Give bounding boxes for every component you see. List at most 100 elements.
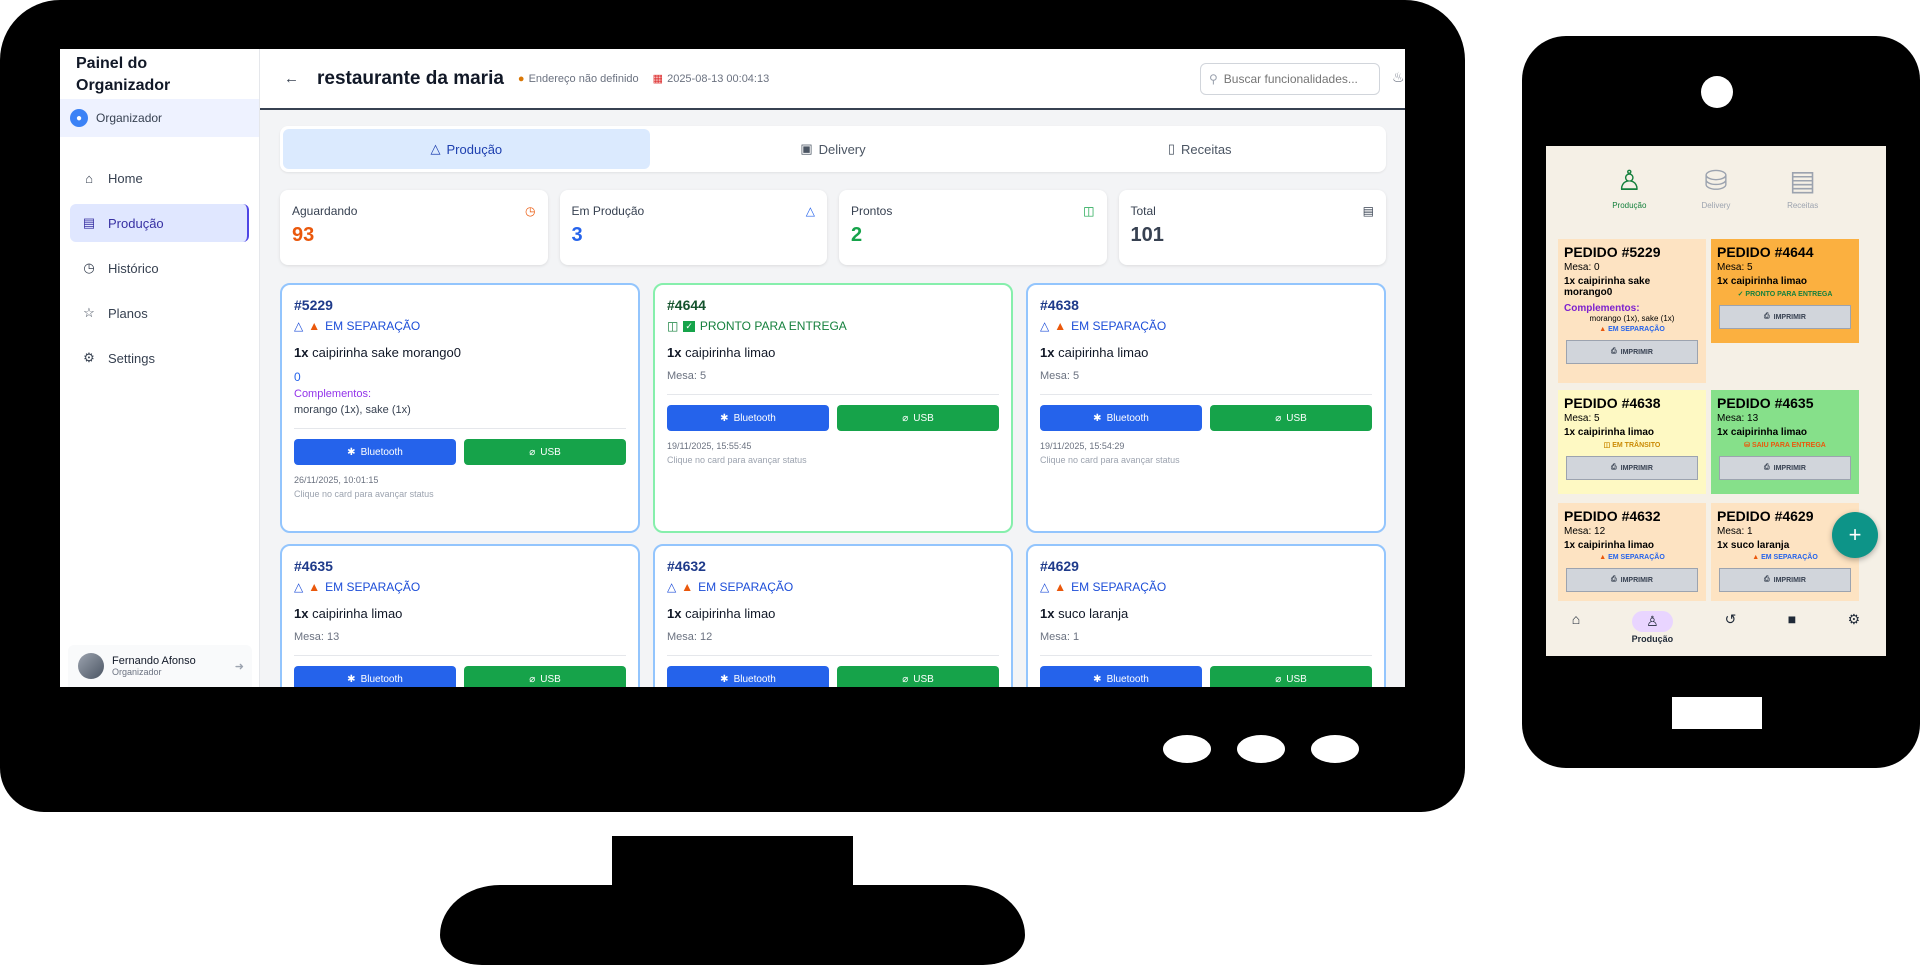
print-button[interactable]: ⎙ IMPRIMIR [1719,456,1851,480]
bar-chart-icon: ▤ [82,215,96,230]
item-name: suco laranja [1058,606,1129,621]
phone-order-card[interactable]: PEDIDO #4638 Mesa: 5 1x caipirinha limao… [1558,390,1706,494]
print-button[interactable]: ⎙ IMPRIMIR [1566,568,1698,592]
sidebar-item-historico[interactable]: ◷ Histórico [70,249,249,287]
phone-nav-history[interactable]: ↺ [1725,611,1737,628]
tab-receitas[interactable]: ▯ Receitas [1016,129,1383,169]
sidebar-item-planos[interactable]: ☆ Planos [70,294,249,332]
order-card[interactable]: #4632 △ ▲ EM SEPARAÇÃO 1x caipirinha lim… [653,544,1013,687]
usb-button[interactable]: ⌀ USB [1210,405,1372,431]
stat-aguardando: Aguardando 93 ◷ [280,190,548,265]
stat-value: 93 [292,224,315,246]
phone-tab-receitas[interactable]: ▤ Receitas [1773,162,1833,226]
phone-nav-settings[interactable]: ⚙ [1848,611,1861,628]
phone-tab-label: Delivery [1701,201,1731,210]
usb-button[interactable]: ⌀ USB [1210,666,1372,687]
bell-icon[interactable]: ♨ [1392,69,1405,86]
role-label: Organizador [96,111,163,125]
sidebar-nav: ⌂ Home ▤ Produção ◷ Histórico ☆ Planos ⚙ [60,159,259,377]
order-card[interactable]: #5229 △ ▲ EM SEPARAÇÃO 1x caipirinha sak… [280,283,640,533]
usb-button[interactable]: ⌀ USB [837,666,999,687]
print-button[interactable]: ⎙ IMPRIMIR [1566,340,1698,364]
usb-icon: ⌀ [902,412,909,424]
bluetooth-button[interactable]: ✱ Bluetooth [667,405,829,431]
usb-button[interactable]: ⌀ USB [464,439,626,465]
phone-tab-delivery[interactable]: ⛁ Delivery [1686,162,1746,226]
chef-hat-icon: △ [294,580,304,594]
phone-order-card[interactable]: PEDIDO #4644 Mesa: 5 1x caipirinha limao… [1711,239,1859,343]
chef-hat-icon: △ [667,580,677,594]
phone-order-id: PEDIDO #4629 [1717,508,1814,524]
add-fab-button[interactable]: + [1832,512,1878,558]
bluetooth-icon: ✱ [347,446,356,458]
bluetooth-button[interactable]: ✱ Bluetooth [1040,666,1202,687]
phone-order-card[interactable]: PEDIDO #4635 Mesa: 13 1x caipirinha lima… [1711,390,1859,494]
button-label: Bluetooth [1106,673,1149,685]
phone-nav-producao[interactable]: ♙ Produção [1632,611,1673,644]
user-profile[interactable]: Fernando Afonso Organizador ➜ [68,645,252,687]
logout-icon[interactable]: ➜ [235,660,244,673]
tab-delivery[interactable]: ▣ Delivery [650,129,1017,169]
bluetooth-icon: ✱ [347,673,356,685]
order-card[interactable]: #4638 △ ▲ EM SEPARAÇÃO 1x caipirinha lim… [1026,283,1386,533]
stat-label: Prontos [851,204,893,218]
phone-order-status: ▲ EM SEPARAÇÃO [1564,554,1700,561]
item-qty: 1x [294,345,309,360]
order-table: Mesa: 5 [1040,370,1080,382]
status-text: EM SEPARAÇÃO [325,319,421,333]
gear-icon: ⚙ [1847,611,1861,627]
button-label: USB [1286,673,1307,685]
divider [667,655,999,656]
sidebar-item-settings[interactable]: ⚙ Settings [70,339,249,377]
status-text: EM SEPARAÇÃO [1608,326,1665,333]
print-button[interactable]: ⎙ IMPRIMIR [1566,456,1698,480]
phone-complements-label: Complementos: [1564,303,1640,314]
search-box[interactable]: ⚲ [1200,63,1380,95]
usb-button[interactable]: ⌀ USB [837,405,999,431]
pin-icon: ● [517,72,525,85]
button-label: IMPRIMIR [1773,313,1806,321]
stat-label: Em Produção [571,204,645,218]
stat-label: Total [1130,204,1156,218]
button-label: Bluetooth [733,673,776,685]
phone-order-status: ⛁ SAIU PARA ENTREGA [1717,441,1853,449]
fire-icon: ▲ [1599,326,1607,333]
phone-nav-bag[interactable]: ■ [1788,611,1796,627]
button-label: USB [540,446,561,458]
usb-button[interactable]: ⌀ USB [464,666,626,687]
sidebar-item-home[interactable]: ⌂ Home [70,159,249,197]
phone-order-item: 1x caipirinha sake morango0 [1564,276,1651,298]
back-arrow-icon[interactable]: ← [284,70,299,87]
order-card[interactable]: #4644 ◫ ✓ PRONTO PARA ENTREGA 1x caipiri… [653,283,1013,533]
package-icon: ◫ [667,319,679,333]
phone-order-status: ▲ EM SEPARAÇÃO [1717,554,1853,561]
search-input[interactable] [1223,72,1364,86]
order-card[interactable]: #4629 △ ▲ EM SEPARAÇÃO 1x suco laranja M… [1026,544,1386,687]
bag-icon: ■ [1787,611,1797,627]
sidebar-item-producao[interactable]: ▤ Produção [70,204,249,242]
order-item: 1x suco laranja [1040,606,1372,621]
phone-order-table: Mesa: 0 [1564,262,1600,273]
bluetooth-button[interactable]: ✱ Bluetooth [1040,405,1202,431]
phone-order-status: ◫ EM TRÂNSITO [1564,441,1700,449]
phone-order-card[interactable]: PEDIDO #4632 Mesa: 12 1x caipirinha lima… [1558,503,1706,603]
order-card[interactable]: #4635 △ ▲ EM SEPARAÇÃO 1x caipirinha lim… [280,544,640,687]
desktop-screen: Painel do Organizador ● Organizador ⌂ Ho… [60,49,1405,687]
print-button[interactable]: ⎙ IMPRIMIR [1719,305,1851,329]
order-status: ◫ ✓ PRONTO PARA ENTREGA [667,319,999,333]
bluetooth-button[interactable]: ✱ Bluetooth [294,666,456,687]
bluetooth-button[interactable]: ✱ Bluetooth [667,666,829,687]
phone-order-card[interactable]: PEDIDO #4629 Mesa: 1 1x suco laranja ▲ E… [1711,503,1859,603]
order-item: 1x caipirinha limao [667,345,999,360]
print-button[interactable]: ⎙ IMPRIMIR [1719,568,1851,592]
phone-nav-home[interactable]: ⌂ [1572,611,1580,627]
usb-icon: ⌀ [529,446,536,458]
phone-tab-producao[interactable]: ♙ Produção [1599,162,1659,226]
button-label: Bluetooth [360,446,403,458]
tab-producao[interactable]: △ Produção [283,129,650,169]
bluetooth-button[interactable]: ✱ Bluetooth [294,439,456,465]
phone-order-card[interactable]: PEDIDO #5229 Mesa: 0 1x caipirinha sake … [1558,239,1706,383]
item-name: caipirinha limao [1058,345,1149,360]
printer-icon: ⎙ [1611,464,1617,471]
divider [294,655,626,656]
